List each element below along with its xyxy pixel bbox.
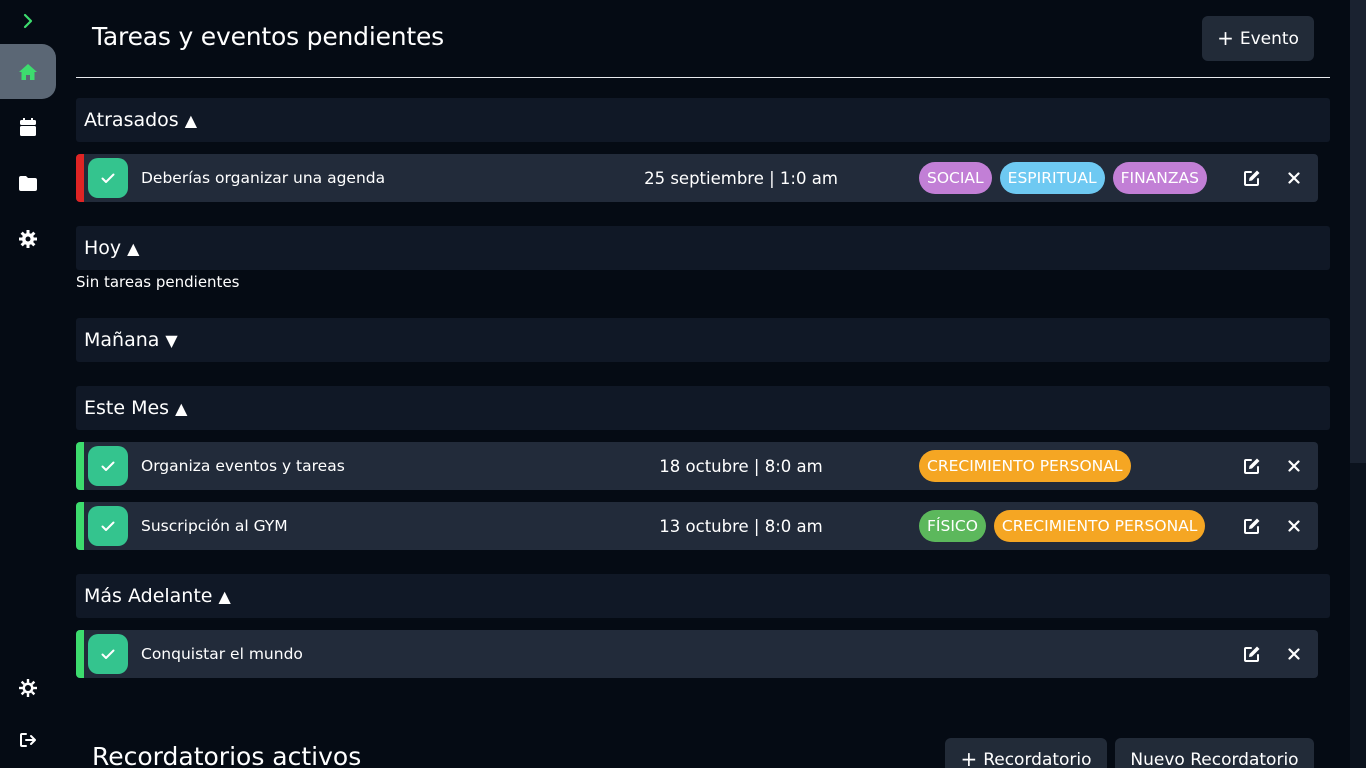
new-reminder-label: Nuevo Recordatorio: [1130, 750, 1299, 768]
complete-button[interactable]: [88, 634, 128, 674]
new-reminder-button[interactable]: Nuevo Recordatorio: [1115, 738, 1314, 768]
task-row: Deberías organizar una agenda 25 septiem…: [76, 154, 1318, 202]
task-row: Suscripción al GYM 13 octubre | 8:0 am F…: [76, 502, 1318, 550]
reminders-title: Recordatorios activos: [92, 742, 362, 768]
task-date: 18 octubre | 8:0 am: [659, 456, 823, 476]
collapse-arrow-icon: ▲: [175, 398, 188, 418]
check-icon: [101, 173, 115, 183]
tag-badge: CRECIMIENTO PERSONAL: [919, 450, 1131, 482]
section-later[interactable]: Más Adelante ▲: [76, 574, 1330, 618]
check-icon: [101, 649, 115, 659]
chevron-right-icon[interactable]: [16, 8, 40, 34]
task-tags: FÍSICO CRECIMIENTO PERSONAL: [919, 510, 1206, 542]
section-tomorrow[interactable]: Mañana ▼: [76, 318, 1330, 362]
task-name: Organiza eventos y tareas: [141, 457, 345, 475]
sidebar-item-logout[interactable]: [0, 712, 56, 768]
section-label: Este Mes: [84, 397, 170, 419]
gear-icon: [19, 230, 37, 248]
close-icon[interactable]: [1284, 516, 1304, 536]
check-icon: [101, 461, 115, 471]
check-icon: [101, 521, 115, 531]
edit-icon[interactable]: [1242, 644, 1262, 664]
complete-button[interactable]: [88, 446, 128, 486]
collapse-arrow-icon: ▲: [218, 586, 231, 606]
scrollbar-thumb[interactable]: [1350, 0, 1366, 463]
sidebar-item-settings[interactable]: [0, 211, 56, 267]
status-bar: [76, 630, 84, 678]
expand-arrow-icon: ▼: [165, 330, 178, 350]
tag-badge: FINANZAS: [1112, 162, 1207, 194]
add-event-button[interactable]: + Evento: [1202, 16, 1314, 61]
page-header: Tareas y eventos pendientes + Evento: [76, 0, 1330, 78]
status-bar: [76, 442, 84, 490]
tag-badge: CRECIMIENTO PERSONAL: [993, 510, 1206, 542]
plus-icon: +: [960, 747, 978, 768]
sidebar: [0, 0, 56, 768]
plus-icon: +: [1217, 25, 1234, 50]
task-tags: SOCIAL ESPIRITUAL FINANZAS: [919, 162, 1207, 194]
page-title: Tareas y eventos pendientes: [92, 22, 445, 51]
sidebar-item-folder[interactable]: [0, 155, 56, 211]
calendar-icon: [20, 118, 36, 136]
add-reminder-button[interactable]: + Recordatorio: [945, 738, 1107, 768]
close-icon[interactable]: [1284, 168, 1304, 188]
status-bar: [76, 502, 84, 550]
sidebar-item-home[interactable]: [0, 44, 56, 99]
folder-icon: [19, 175, 37, 191]
collapse-arrow-icon: ▲: [127, 238, 140, 258]
section-today[interactable]: Hoy ▲: [76, 226, 1330, 270]
section-overdue[interactable]: Atrasados ▲: [76, 98, 1330, 142]
section-month[interactable]: Este Mes ▲: [76, 386, 1330, 430]
task-row: Organiza eventos y tareas 18 octubre | 8…: [76, 442, 1318, 490]
add-event-label: Evento: [1239, 28, 1299, 49]
task-name: Suscripción al GYM: [141, 517, 288, 535]
task-row: Conquistar el mundo: [76, 630, 1318, 678]
edit-icon[interactable]: [1242, 516, 1262, 536]
sidebar-item-theme[interactable]: [0, 660, 56, 716]
tag-badge: FÍSICO: [919, 510, 986, 542]
task-date: 25 septiembre | 1:0 am: [644, 168, 838, 188]
task-date: 13 octubre | 8:0 am: [659, 516, 823, 536]
add-reminder-label: Recordatorio: [983, 750, 1092, 768]
collapse-arrow-icon: ▲: [184, 110, 198, 130]
section-label: Más Adelante: [84, 585, 213, 607]
sun-gear-icon: [19, 679, 37, 697]
empty-message: Sin tareas pendientes: [76, 273, 240, 291]
main-content: Tareas y eventos pendientes + Evento Atr…: [76, 0, 1330, 768]
close-icon[interactable]: [1284, 644, 1304, 664]
scrollbar[interactable]: [1350, 0, 1366, 768]
task-name: Conquistar el mundo: [141, 645, 303, 663]
section-label: Hoy: [84, 237, 122, 259]
tag-badge: ESPIRITUAL: [999, 162, 1105, 194]
home-icon: [19, 63, 37, 80]
task-name: Deberías organizar una agenda: [141, 169, 386, 187]
sidebar-item-calendar[interactable]: [0, 99, 56, 155]
complete-button[interactable]: [88, 506, 128, 546]
close-icon[interactable]: [1284, 456, 1304, 476]
tag-badge: SOCIAL: [919, 162, 992, 194]
status-bar: [76, 154, 84, 202]
task-tags: CRECIMIENTO PERSONAL: [919, 450, 1131, 482]
complete-button[interactable]: [88, 158, 128, 198]
edit-icon[interactable]: [1242, 168, 1262, 188]
logout-icon: [20, 733, 36, 747]
section-label: Atrasados: [84, 109, 179, 131]
edit-icon[interactable]: [1242, 456, 1262, 476]
section-label: Mañana: [84, 329, 160, 351]
